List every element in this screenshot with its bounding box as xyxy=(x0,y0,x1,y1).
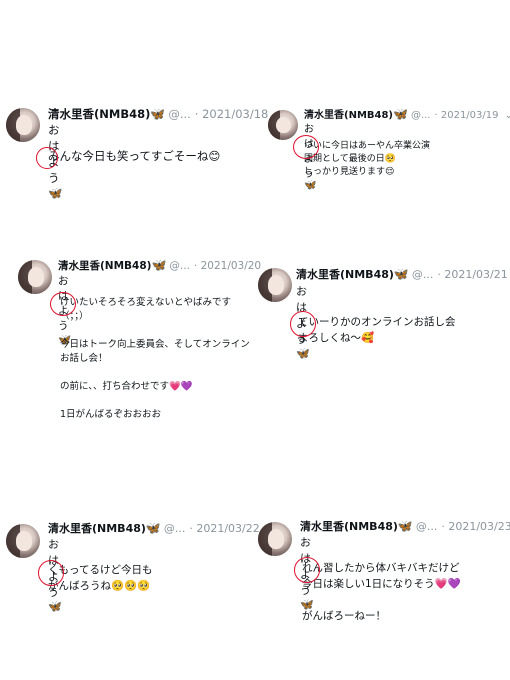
tweet-line: 1日がんばるぞおおおお xyxy=(60,409,162,420)
highlight-circle xyxy=(38,560,64,586)
tweet-header: 清水里香(NMB48)🦋 @... · 2021/03/20 xyxy=(58,258,261,273)
tweet-header: 清水里香(NMB48)🦋 @... · 2021/03/19 ⌄ xyxy=(304,106,510,121)
tweet-line: の前に、、打ち合わせです💗💜 xyxy=(60,381,193,392)
tweet-line xyxy=(302,592,461,608)
avatar[interactable] xyxy=(268,110,298,140)
tweet-line: よろしくね〜🥰 xyxy=(298,332,375,344)
tweet-header: 清水里香(NMB48)🦋 @... · 2021/03/18 xyxy=(48,106,268,122)
tweet-header: 清水里香(NMB48)🦋 @... · 2021/03/22 xyxy=(48,520,260,536)
tweet-date[interactable]: · 2021/03/21 xyxy=(437,268,507,281)
avatar[interactable] xyxy=(18,260,52,294)
tweet-line: けいたいそろそろ変えないとやばみです xyxy=(60,297,232,308)
tweet-header: 清水里香(NMB48)🦋 @... · 2021/03/23 xyxy=(300,518,510,534)
butterfly-icon: 🦋 xyxy=(397,519,413,533)
tweet-date[interactable]: · 2021/03/18 xyxy=(195,107,269,121)
avatar[interactable] xyxy=(258,522,292,556)
user-handle[interactable]: @... xyxy=(169,260,190,272)
tweet-line: お話し会！ xyxy=(60,353,108,364)
tweet-line: ていーりかのオンラインお話し会 xyxy=(298,316,456,328)
tweet-line xyxy=(60,324,250,338)
display-name[interactable]: 清水里香(NMB48) xyxy=(48,107,150,121)
tweet-text: ていーりかのオンラインお話し会 よろしくね〜🥰 xyxy=(298,314,456,346)
tweet-text: みんな今日も笑ってすごそーね😊 xyxy=(48,148,220,164)
butterfly-icon: 🦋 xyxy=(393,267,409,281)
display-name[interactable]: 清水里香(NMB48) xyxy=(300,520,398,533)
highlight-circle xyxy=(294,557,320,583)
highlight-circle xyxy=(36,147,58,169)
tweet-line: しっかり見送ります😌 xyxy=(304,167,395,177)
chevron-down-icon[interactable]: ⌄ xyxy=(505,110,510,121)
highlight-circle xyxy=(50,292,76,316)
avatar[interactable] xyxy=(6,524,40,558)
tweet-line xyxy=(60,366,250,380)
tweet-header: 清水里香(NMB48)🦋 @... · 2021/03/21 xyxy=(296,266,508,282)
tweet-date[interactable]: · 2021/03/20 xyxy=(194,260,261,272)
tweet-line: 同期として最後の日🥺 xyxy=(304,154,396,164)
tweet-line: みんな今日も笑ってすごそーね😊 xyxy=(48,149,221,163)
butterfly-icon: 🦋 xyxy=(151,258,167,272)
tweet-line: がんばろーねー！ xyxy=(302,610,386,622)
tweet-date[interactable]: · 2021/03/22 xyxy=(189,522,259,535)
user-handle[interactable]: @... xyxy=(168,107,190,121)
butterfly-icon: 🦋 xyxy=(150,107,166,121)
avatar[interactable] xyxy=(258,268,292,302)
display-name[interactable]: 清水里香(NMB48) xyxy=(58,260,151,272)
user-handle[interactable]: @... xyxy=(164,522,186,535)
user-handle[interactable]: @... xyxy=(416,520,438,533)
user-handle[interactable]: @... xyxy=(411,110,431,121)
display-name[interactable]: 清水里香(NMB48) xyxy=(304,110,393,121)
tweet-text: けいたいそろそろ変えないとやばみです （；；） 今日はトーク向上委員会、そしてオ… xyxy=(60,296,250,422)
display-name[interactable]: 清水里香(NMB48) xyxy=(296,268,394,281)
avatar[interactable] xyxy=(6,108,40,142)
tweet-text: ついに今日はあーやん卒業公演 同期として最後の日🥺 しっかり見送ります😌 xyxy=(304,140,430,179)
tweet-line: ついに今日はあーやん卒業公演 xyxy=(304,141,431,151)
tweet-text: くもってるけど今日も がんばろうね🥺🥺🥺 xyxy=(48,562,152,594)
tweet-line: 今日は楽しい1日になりそう💗💜 xyxy=(302,578,461,590)
butterfly-icon: 🦋 xyxy=(393,107,408,121)
tweet-text: れん習したから体バキバキだけど 今日は楽しい1日になりそう💗💜 がんばろーねー！ xyxy=(302,560,461,624)
tweet-line: れん習したから体バキバキだけど xyxy=(302,562,460,574)
tweet-date[interactable]: · 2021/03/23 xyxy=(441,520,510,533)
tweet-line: がんばろうね🥺🥺🥺 xyxy=(48,580,151,592)
highlight-circle xyxy=(290,311,316,337)
tweet-line xyxy=(60,394,250,408)
user-handle[interactable]: @... xyxy=(412,268,434,281)
butterfly-icon: 🦋 xyxy=(145,521,161,535)
tweet-line: 今日はトーク向上委員会、そしてオンライン xyxy=(60,339,250,350)
tweet-date[interactable]: · 2021/03/19 xyxy=(435,110,499,121)
highlight-circle xyxy=(293,135,319,159)
tweet-line: （；；） xyxy=(60,311,89,322)
display-name[interactable]: 清水里香(NMB48) xyxy=(48,522,146,535)
